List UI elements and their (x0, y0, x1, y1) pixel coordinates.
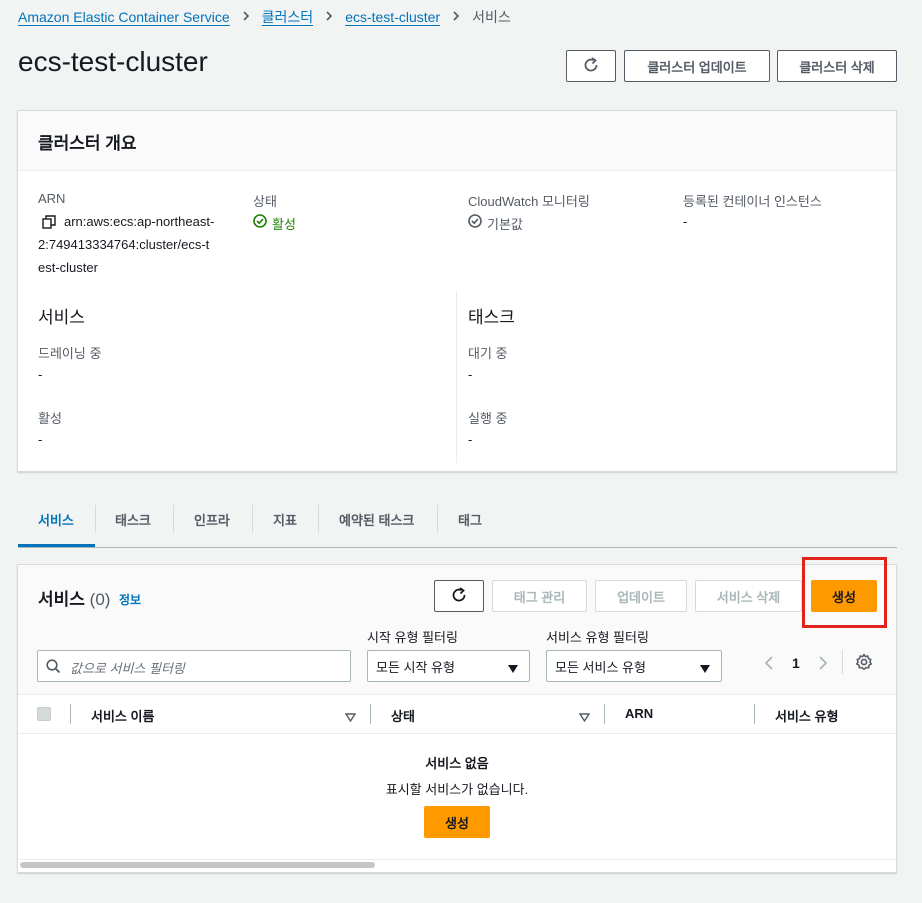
column-header-service-name[interactable]: 서비스 이름 (91, 706, 154, 725)
delete-service-button[interactable]: 서비스 삭제 (695, 580, 802, 612)
column-header-status[interactable]: 상태 (391, 706, 415, 725)
tab-tags[interactable]: 태그 (458, 510, 482, 529)
section-divider (456, 291, 457, 463)
tab-divider (252, 505, 253, 533)
select-all-checkbox[interactable] (37, 707, 51, 721)
breadcrumb-link-ecs[interactable]: Amazon Elastic Container Service (18, 9, 230, 25)
services-panel-title: 서비스 (0) (38, 585, 110, 610)
table-header-top-border (18, 694, 896, 695)
refresh-button[interactable] (566, 50, 616, 82)
caret-down-icon (699, 662, 711, 677)
column-divider (754, 704, 755, 724)
services-title-text: 서비스 (38, 590, 85, 609)
pagination-divider (842, 650, 843, 674)
cloudwatch-text: 기본값 (487, 217, 523, 232)
tab-tasks[interactable]: 태스크 (115, 510, 151, 529)
service-type-value: 모든 서비스 유형 (555, 659, 646, 675)
active-value: - (38, 432, 43, 447)
tasks-subheading: 태스크 (468, 308, 515, 327)
services-count: (0) (89, 590, 111, 609)
service-type-filter-label: 서비스 유형 필터링 (546, 630, 649, 645)
column-divider (70, 704, 71, 724)
search-icon (46, 659, 61, 679)
update-service-button[interactable]: 업데이트 (595, 580, 687, 612)
pending-label: 대기 중 (468, 346, 508, 361)
breadcrumb-link-clusters[interactable]: 클러스터 (262, 7, 314, 27)
update-cluster-button[interactable]: 클러스터 업데이트 (624, 50, 770, 82)
empty-state-description: 표시할 서비스가 없습니다. (385, 782, 529, 797)
copy-icon[interactable] (42, 215, 56, 234)
refresh-icon (450, 586, 468, 607)
chevron-right-icon (323, 9, 335, 25)
draining-label: 드레이닝 중 (38, 346, 102, 361)
service-type-select[interactable]: 모든 서비스 유형 (546, 650, 722, 682)
table-header-bottom-border (18, 733, 896, 734)
status-text: 활성 (272, 217, 296, 232)
status-label: 상태 (253, 194, 277, 209)
tab-divider (318, 505, 319, 533)
page-title: ecs-test-cluster (18, 46, 208, 77)
active-label: 활성 (38, 411, 62, 426)
pending-value: - (468, 367, 473, 382)
arn-value-line-2: 2:749413334764:cluster/ecs-t (38, 237, 210, 252)
gear-icon[interactable] (855, 653, 873, 676)
chevron-right-icon[interactable] (817, 655, 829, 676)
horizontal-scrollbar[interactable] (20, 862, 375, 868)
chevron-right-icon (240, 9, 252, 25)
status-value: 활성 (253, 214, 296, 233)
chevron-left-icon[interactable] (763, 655, 775, 676)
tabs-baseline (18, 547, 897, 548)
empty-create-button[interactable]: 생성 (424, 806, 490, 838)
draining-value: - (38, 367, 43, 382)
manage-tags-button[interactable]: 태그 관리 (492, 580, 587, 612)
services-refresh-button[interactable] (434, 580, 484, 612)
overview-title: 클러스터 개요 (38, 134, 137, 153)
tab-divider (95, 505, 96, 533)
sort-caret-icon[interactable] (578, 709, 591, 727)
delete-cluster-button[interactable]: 클러스터 삭제 (777, 50, 897, 82)
launch-type-select[interactable]: 모든 시작 유형 (367, 650, 530, 682)
tab-divider (173, 505, 174, 533)
launch-type-value: 모든 시작 유형 (376, 659, 455, 675)
instances-value: - (683, 214, 688, 229)
breadcrumb-current: 서비스 (472, 9, 511, 25)
page-number[interactable]: 1 (792, 655, 800, 671)
running-label: 실행 중 (468, 411, 508, 426)
arn-value-line-1: arn:aws:ecs:ap-northeast- (64, 214, 215, 229)
tab-infrastructure[interactable]: 인프라 (194, 510, 230, 529)
column-divider (370, 704, 371, 724)
column-header-service-type[interactable]: 서비스 유형 (775, 706, 838, 725)
chevron-right-icon (450, 9, 462, 25)
breadcrumb-link-cluster[interactable]: ecs-test-cluster (345, 9, 440, 25)
instances-label: 등록된 컨테이너 인스턴스 (683, 194, 822, 209)
check-circle-icon (468, 214, 482, 233)
arn-value-line-3: est-cluster (38, 260, 98, 275)
services-subheading: 서비스 (38, 308, 85, 327)
tab-metrics[interactable]: 지표 (273, 510, 297, 529)
column-divider (604, 704, 605, 724)
cloudwatch-value: 기본값 (468, 214, 523, 233)
search-input[interactable]: 값으로 서비스 필터링 (37, 650, 351, 682)
panel-bottom-scroll-track (18, 859, 896, 860)
empty-state-title: 서비스 없음 (425, 756, 489, 771)
arn-label: ARN (38, 191, 66, 206)
overview-header (18, 111, 896, 171)
success-check-icon (253, 214, 267, 233)
cloudwatch-label: CloudWatch 모니터링 (468, 194, 590, 209)
sort-caret-icon[interactable] (344, 709, 357, 727)
column-header-arn[interactable]: ARN (625, 706, 653, 721)
cluster-overview-panel: 클러스터 개요 ARN arn:aws:ecs:ap-northeast- 2:… (17, 110, 897, 472)
search-placeholder: 값으로 서비스 필터링 (70, 661, 185, 676)
info-link[interactable]: 정보 (119, 591, 141, 608)
caret-down-icon (507, 662, 519, 677)
launch-type-filter-label: 시작 유형 필터링 (367, 630, 458, 645)
tab-services[interactable]: 서비스 (38, 510, 74, 529)
tab-divider (437, 505, 438, 533)
breadcrumb: Amazon Elastic Container Service 클러스터 ec… (18, 7, 511, 27)
running-value: - (468, 432, 473, 447)
create-button-highlight (802, 557, 887, 628)
refresh-icon (582, 56, 600, 77)
tab-scheduled-tasks[interactable]: 예약된 태스크 (339, 510, 414, 529)
